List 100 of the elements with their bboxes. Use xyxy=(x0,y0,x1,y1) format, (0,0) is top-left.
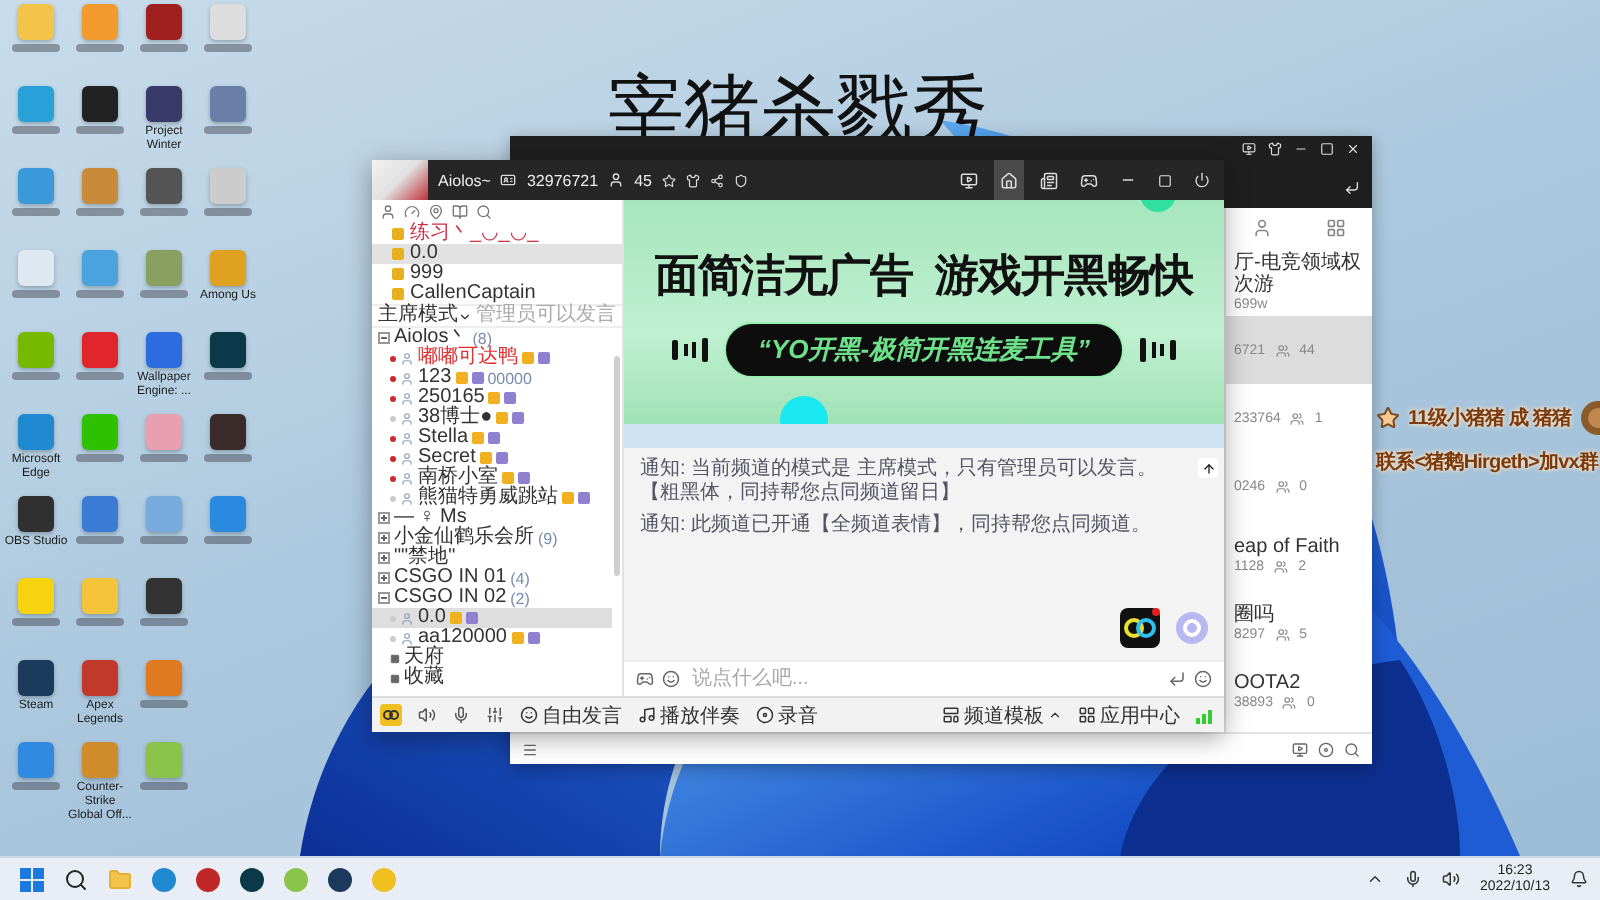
windows-start-icon[interactable] xyxy=(20,867,44,891)
screen-icon[interactable] xyxy=(1292,741,1308,757)
collapse-icon[interactable] xyxy=(378,332,390,344)
shirt-icon[interactable] xyxy=(685,173,700,187)
pin-icon[interactable] xyxy=(428,204,444,220)
mic-icon[interactable] xyxy=(452,706,470,724)
member-name: 南桥小室 xyxy=(418,468,498,488)
speaker-icon[interactable] xyxy=(418,706,436,724)
user-icon[interactable] xyxy=(1252,218,1273,238)
user-name[interactable]: Aiolos~ xyxy=(438,171,491,189)
record-button[interactable]: 录音 xyxy=(756,701,818,729)
emoji-icon[interactable] xyxy=(1194,670,1212,688)
home-button[interactable] xyxy=(994,160,1024,200)
share-icon[interactable] xyxy=(709,173,724,187)
channel-row[interactable]: 999 xyxy=(372,264,622,284)
message-input[interactable]: 说点什么吧... xyxy=(688,666,1160,692)
app-icon[interactable] xyxy=(328,867,352,891)
channel-row[interactable]: 练习丶_◡_◡_ xyxy=(372,224,622,244)
shield-icon[interactable] xyxy=(733,173,748,187)
shirt-icon[interactable] xyxy=(1268,142,1282,156)
app-shortcut-icon[interactable] xyxy=(18,496,54,532)
music-button[interactable]: 播放伴奏 xyxy=(638,701,740,729)
star-icon[interactable] xyxy=(661,173,676,187)
channel-row[interactable]: CallenCaptain xyxy=(372,284,622,304)
app-shortcut-icon[interactable] xyxy=(146,168,182,204)
channel-name[interactable]: CSGO IN 01 xyxy=(394,568,507,588)
talk-button[interactable]: 自由发言 xyxy=(520,701,622,729)
blurred-label xyxy=(140,454,188,462)
close-icon[interactable] xyxy=(1346,142,1360,156)
member-row[interactable]: 嘟嘟可达鸭 xyxy=(372,348,612,368)
channel-name[interactable]: ""禁地" xyxy=(394,548,456,568)
blurred-label xyxy=(76,372,124,380)
return-icon[interactable] xyxy=(1344,180,1360,196)
promo-line: 联系<猪鹅Hirgeth>加vx群 xyxy=(1376,449,1600,476)
notification-icon[interactable] xyxy=(1570,870,1588,888)
channel-name[interactable]: CSGO IN 02 xyxy=(394,588,507,608)
channel-row[interactable]: 0.0 xyxy=(372,244,622,264)
disc-icon[interactable] xyxy=(1318,741,1334,757)
room-name[interactable]: 天府 xyxy=(404,648,444,668)
member-row[interactable]: 123 00000 xyxy=(372,368,612,388)
member-row[interactable]: aa120000 xyxy=(372,628,612,648)
avatar-image[interactable] xyxy=(372,160,428,200)
book-icon[interactable] xyxy=(452,204,468,220)
member-row[interactable]: 0.0 xyxy=(372,608,612,628)
app-shortcut-icon[interactable] xyxy=(18,660,54,696)
member-row[interactable]: 熊猫特勇威跳站 xyxy=(372,488,612,508)
member-row[interactable]: 38博士● xyxy=(372,408,612,428)
app-shortcut-icon[interactable] xyxy=(210,414,246,450)
promo-banner[interactable]: 面简洁无广告 游戏开黑畅快 “YO开黑-极简开黑连麦工具” xyxy=(624,200,1224,424)
blurred-label xyxy=(76,126,124,134)
screen-icon[interactable] xyxy=(1242,142,1256,156)
notice-text: 通知: 当前频道的模式是 主席模式，只有管理员可以发言。【粗黑体，同持帮您点同频道留日】 xyxy=(640,458,1159,506)
blurred-label xyxy=(204,454,252,462)
search-icon[interactable] xyxy=(64,867,88,891)
expand-icon[interactable] xyxy=(378,512,390,524)
menu-icon[interactable] xyxy=(522,741,538,757)
people-icon xyxy=(1290,411,1305,425)
mode-dropdown[interactable]: 主席模式 xyxy=(378,306,472,326)
app-shortcut-icon[interactable] xyxy=(210,332,246,368)
app-icon[interactable] xyxy=(196,867,220,891)
app-shortcut-icon[interactable] xyxy=(146,578,182,614)
user-icon xyxy=(608,172,625,188)
member-row[interactable]: Secret xyxy=(372,448,612,468)
app-icon[interactable] xyxy=(240,867,264,891)
app-shortcut-icon[interactable] xyxy=(146,4,182,40)
tray-chevron-icon[interactable] xyxy=(1365,870,1384,888)
grid-icon[interactable] xyxy=(1325,218,1346,238)
speaker-icon[interactable] xyxy=(1441,870,1460,888)
app-shortcut-icon[interactable] xyxy=(146,86,182,122)
room-name[interactable]: 收藏 xyxy=(404,668,444,688)
channel-name[interactable]: — ♀ Ms xyxy=(394,508,467,528)
member-row[interactable]: 南桥小室 xyxy=(372,468,612,488)
blurred-label xyxy=(204,208,252,216)
gamepad-icon[interactable] xyxy=(636,670,654,688)
channel-name[interactable]: 小金仙鹤乐会所 xyxy=(394,528,534,548)
channel-name: 0.0 xyxy=(410,244,438,264)
gauge-icon[interactable] xyxy=(404,204,420,220)
minimize-icon[interactable] xyxy=(1294,142,1308,156)
expand-icon[interactable] xyxy=(378,572,390,584)
template-button[interactable]: 频道模板 xyxy=(942,701,1062,729)
mic-icon[interactable] xyxy=(1403,870,1422,888)
scroll-up-button[interactable] xyxy=(1198,458,1218,478)
blurred-label xyxy=(76,536,124,544)
maximize-icon[interactable] xyxy=(1320,142,1334,156)
app-logo-icon[interactable] xyxy=(380,704,402,726)
app-shortcut-icon[interactable] xyxy=(82,86,118,122)
member-row[interactable]: Stella xyxy=(372,428,612,448)
user-id: 32976721 xyxy=(526,171,599,189)
send-icon[interactable] xyxy=(1168,670,1186,688)
emoji-icon[interactable] xyxy=(662,670,680,688)
room-title: 圈吗 xyxy=(1234,603,1276,625)
apps-button[interactable]: 应用中心 xyxy=(1078,701,1180,729)
user-icon[interactable] xyxy=(380,204,396,220)
expand-icon[interactable] xyxy=(378,552,390,564)
member-row[interactable]: 250165 xyxy=(372,388,612,408)
collapse-icon[interactable] xyxy=(378,592,390,604)
channel-name[interactable]: Aiolos丶 xyxy=(394,328,469,348)
expand-icon[interactable] xyxy=(378,532,390,544)
app-logo-icon[interactable] xyxy=(1120,608,1160,648)
sliders-icon[interactable] xyxy=(486,706,504,724)
